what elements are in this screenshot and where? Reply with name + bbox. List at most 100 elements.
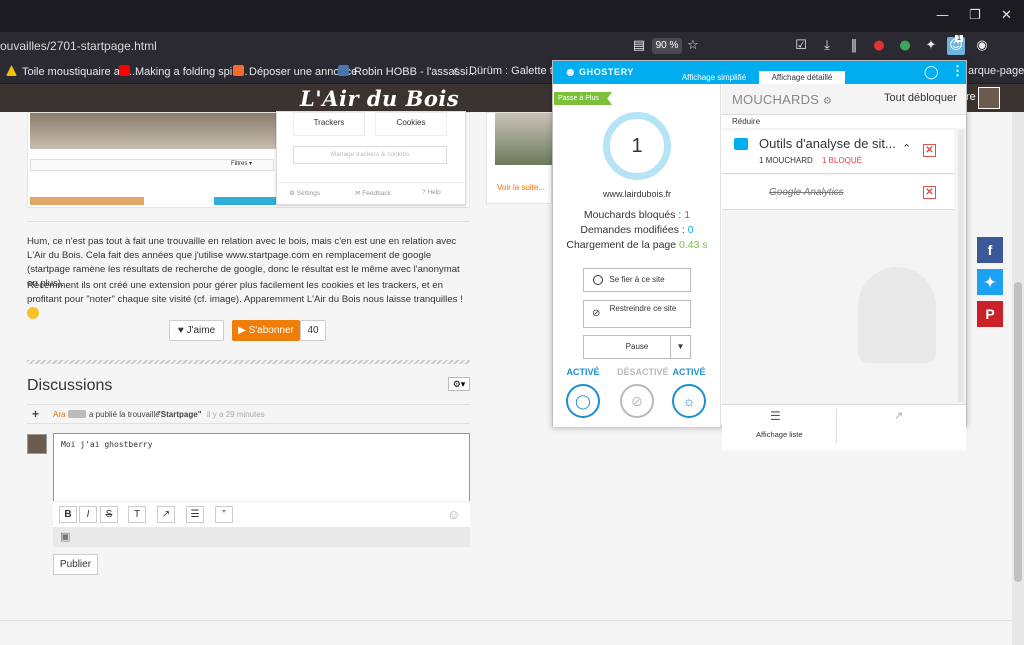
badge-icon — [68, 410, 86, 418]
header-user-text[interactable]: re — [966, 91, 976, 103]
bold-button[interactable]: B — [59, 506, 77, 523]
article-paragraph: Récemment ils ont créé une extension pou… — [27, 279, 470, 322]
trackers-scrollbar[interactable] — [958, 130, 964, 402]
wink-emoji-icon — [27, 307, 39, 319]
scrollbar-thumb[interactable] — [1014, 282, 1022, 582]
bplus-extension-icon[interactable]: ● — [896, 37, 914, 55]
tracker-row[interactable]: Google Analytics ✕ — [722, 175, 954, 210]
bookmark-more[interactable]: arque-pages — [968, 65, 1024, 77]
library-icon[interactable]: ‖ — [845, 37, 863, 55]
vk-icon — [338, 65, 349, 76]
close-window-button[interactable]: ✕ — [1001, 8, 1012, 23]
analytics-icon — [734, 138, 748, 150]
upgrade-plus-badge[interactable]: Passe à Plus — [554, 92, 612, 105]
chevron-down-icon[interactable]: ▼ — [670, 336, 690, 358]
camera-icon[interactable]: ▣ — [60, 530, 70, 543]
block-toggle-icon[interactable]: ⊘ — [620, 384, 654, 418]
mode-label-active: ACTIVÉ — [672, 367, 706, 377]
twitter-share-button[interactable]: ✦ — [977, 269, 1003, 295]
opera-extension-icon[interactable]: ● — [870, 37, 888, 55]
cookies-tile: Cookies — [375, 112, 447, 136]
trust-site-button[interactable]: Se fier à ce site — [583, 268, 691, 292]
attachment-bar: ▣ — [53, 527, 470, 547]
italic-button[interactable]: I — [79, 506, 97, 523]
maximize-button[interactable]: ❐ — [969, 8, 981, 23]
activity-time: il y a 29 minutes — [207, 410, 265, 419]
article-image[interactable]: Filtres ▾ Trackers Cookies Manage tracke… — [27, 111, 470, 208]
mode-label-disabled: DÉSACTIVÉ — [617, 367, 669, 377]
menu-kebab-icon[interactable]: ⋮ — [951, 63, 964, 79]
facebook-icon: f — [987, 242, 993, 258]
tracker-category[interactable]: Outils d'analyse de sit... 1 MOUCHARD 1 … — [722, 130, 954, 174]
link-button[interactable]: ↗ — [157, 506, 175, 523]
puzzle-extension-icon[interactable]: ✦ — [922, 37, 940, 55]
gear-icon: ⚙▾ — [452, 379, 466, 389]
address-bar[interactable]: ouvailles/2701-startpage.html — [0, 39, 157, 53]
tracker-count-ring: 1 — [603, 112, 671, 180]
lightbulb-icon[interactable]: ☼ — [672, 384, 706, 418]
pocket-icon[interactable]: ☑ — [792, 37, 810, 55]
footer-divider — [0, 620, 1012, 621]
pinterest-share-button[interactable]: P — [977, 301, 1003, 327]
activity-item-link[interactable]: "Startpage" — [157, 410, 201, 419]
ghostery-popup: ☻ GHOSTERY Affichage simplifié Affichage… — [552, 60, 967, 450]
chevron-up-icon[interactable]: ⌃ — [902, 142, 911, 155]
account-icon[interactable]: ◯ — [924, 64, 939, 80]
avatar[interactable] — [978, 87, 1000, 109]
restrict-site-button[interactable]: ⊘ Restreindre ce site — [583, 300, 691, 328]
facebook-share-button[interactable]: f — [977, 237, 1003, 263]
tab-detailed-view[interactable]: Affichage détaillé — [759, 71, 845, 84]
commenter-avatar[interactable] — [27, 434, 47, 454]
emoji-icon[interactable]: ☺ — [447, 507, 460, 522]
window-titlebar: — ❐ ✕ — [0, 0, 1024, 32]
youtube-icon — [119, 65, 130, 76]
zoom-level[interactable]: 90 % — [652, 38, 682, 54]
strike-button[interactable]: S — [100, 506, 118, 523]
subscribe-button[interactable]: ▶ S'abonner — [232, 320, 300, 341]
settings-gear-icon[interactable]: ⚙ — [823, 96, 832, 107]
quote-button[interactable]: ” — [215, 506, 233, 523]
discussion-settings-button[interactable]: ⚙▾ — [448, 377, 470, 391]
account-icon[interactable]: ◉ — [973, 37, 991, 55]
list-view-icon[interactable]: ☰ — [770, 409, 781, 423]
reader-mode-icon[interactable]: ▤ — [630, 37, 648, 55]
unblock-all-button[interactable]: Tout débloquer — [884, 92, 957, 104]
category-blocked: 1 BLOQUÉ — [822, 156, 863, 165]
modified-stat: Demandes modifiées : 0 — [580, 224, 694, 236]
ghost-icon: ☻ — [564, 65, 577, 79]
chart-icon[interactable]: ↗ — [894, 409, 903, 422]
bookmark-item[interactable]: Making a folding spin... — [119, 65, 248, 78]
activity-user[interactable]: Ara — [53, 410, 65, 419]
block-tracker-checkbox[interactable]: ✕ — [923, 186, 936, 199]
bookmark-star-icon[interactable]: ☆ — [684, 37, 702, 55]
list-view-button[interactable]: Affichage liste — [756, 430, 803, 439]
heading-button[interactable]: T — [128, 506, 146, 523]
read-more-link[interactable]: Voir la suite... — [497, 183, 545, 192]
mode-label-active: ACTIVÉ — [566, 367, 600, 377]
page-scrollbar[interactable] — [1012, 112, 1024, 645]
ghostery-brand: GHOSTERY — [579, 67, 634, 77]
help-link: ? Help — [422, 189, 441, 196]
block-category-checkbox[interactable]: ✕ — [923, 144, 936, 157]
minimize-button[interactable]: — — [936, 8, 949, 23]
embedded-footer: ⚙ Settings ✉ Feedback ? Help — [277, 182, 465, 202]
download-icon[interactable]: ⤓ — [818, 37, 836, 55]
tab-simple-view[interactable]: Affichage simplifié — [671, 71, 757, 84]
ghostery-header: ☻ GHOSTERY Affichage simplifié Affichage… — [553, 61, 966, 84]
moon-icon: ☾ — [453, 67, 462, 78]
related-card[interactable]: Voir la suite... — [486, 112, 553, 204]
subscriber-count: 40 — [300, 320, 326, 341]
activity-row: + Ara a publié la trouvaille "Startpage"… — [27, 404, 470, 424]
plus-icon[interactable]: + — [32, 407, 39, 421]
list-button[interactable]: ☰ — [186, 506, 204, 523]
collapse-all-link[interactable]: Réduire — [722, 114, 966, 128]
site-logo[interactable]: L'Air du Bois — [300, 86, 459, 111]
like-button[interactable]: ♥ J'aime — [169, 320, 224, 341]
url-toolbar: ouvailles/2701-startpage.html ▤ 90 % ☆ ☑… — [0, 32, 1024, 60]
publish-button[interactable]: Publier — [53, 554, 98, 575]
thumbnail — [214, 197, 276, 205]
pause-button[interactable]: Pause ▼ — [583, 335, 691, 359]
shield-icon[interactable]: ◯ — [566, 384, 600, 418]
tracker-name: Google Analytics — [769, 187, 844, 198]
ghost-watermark-icon — [858, 267, 936, 363]
